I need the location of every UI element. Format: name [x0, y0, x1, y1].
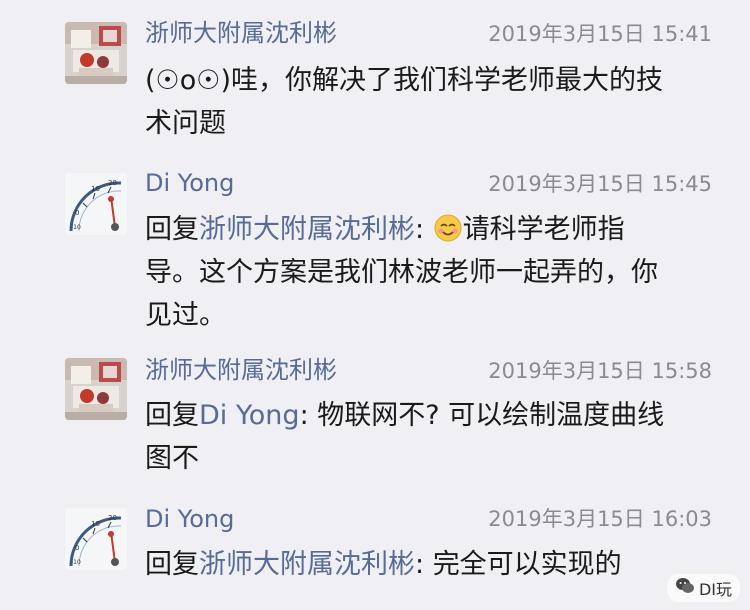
- avatar[interactable]: [65, 22, 127, 84]
- avatar[interactable]: [65, 358, 127, 420]
- comment-text-line: 导。这个方案是我们林波老师一起弄的，你: [145, 257, 658, 288]
- smiling-face-icon: [433, 214, 463, 245]
- watermark-label: DI玩: [698, 580, 732, 599]
- reply-colon: :: [299, 400, 318, 431]
- watermark: DI玩: [666, 574, 740, 602]
- comment-text-segment: 完全可以实现的: [432, 549, 622, 580]
- comment-text-line: 回复浙师大附属沈利彬: 完全可以实现的: [145, 543, 725, 586]
- comment-text-line: (☉o☉)哇，你解决了我们科学老师最大的技: [145, 65, 663, 96]
- comment-text-line: 图不: [145, 443, 199, 474]
- reply-colon: :: [415, 549, 433, 580]
- reply-mention[interactable]: 浙师大附属沈利彬: [199, 549, 415, 580]
- comment-text: (☉o☉)哇，你解决了我们科学老师最大的技 术问题: [145, 59, 725, 145]
- comment-text-segment: 物联网不? 可以绘制温度曲线: [317, 400, 665, 431]
- comment-text: 回复浙师大附属沈利彬: 请科学老师指 导。这个方案是我们林波老师一起弄的，你 见…: [145, 208, 725, 337]
- avatar[interactable]: [65, 173, 127, 235]
- comment-time: 2019年3月15日 15:41: [488, 22, 712, 46]
- reply-prefix: 回复: [145, 400, 199, 431]
- wechat-icon: [675, 577, 695, 599]
- reply-colon: :: [415, 214, 433, 245]
- comment-text-line: 见过。: [145, 300, 226, 331]
- watermark-badge: DI玩: [666, 574, 740, 602]
- comment-time: 2019年3月15日 15:45: [488, 172, 712, 196]
- reply-prefix: 回复: [145, 214, 199, 245]
- comment-text-line: 回复Di Yong: 物联网不? 可以绘制温度曲线: [145, 394, 725, 437]
- comment-author[interactable]: 浙师大附属沈利彬: [145, 355, 337, 385]
- comment-text-segment: 请科学老师指: [462, 214, 625, 245]
- comment-text-line: 术问题: [145, 108, 226, 139]
- comment-text: 回复浙师大附属沈利彬: 完全可以实现的: [145, 543, 725, 586]
- reply-prefix: 回复: [145, 549, 199, 580]
- reply-mention[interactable]: Di Yong: [199, 400, 300, 431]
- reply-mention[interactable]: 浙师大附属沈利彬: [199, 214, 415, 245]
- comment-time: 2019年3月15日 16:03: [488, 507, 712, 531]
- comment-text: 回复Di Yong: 物联网不? 可以绘制温度曲线 图不: [145, 394, 725, 480]
- comment-author[interactable]: Di Yong: [145, 168, 234, 198]
- comment-author[interactable]: 浙师大附属沈利彬: [145, 18, 337, 48]
- comment-author[interactable]: Di Yong: [145, 504, 234, 534]
- avatar[interactable]: [65, 508, 127, 570]
- comment-time: 2019年3月15日 15:58: [488, 359, 712, 383]
- comment-text-line: 回复浙师大附属沈利彬: 请科学老师指: [145, 208, 725, 251]
